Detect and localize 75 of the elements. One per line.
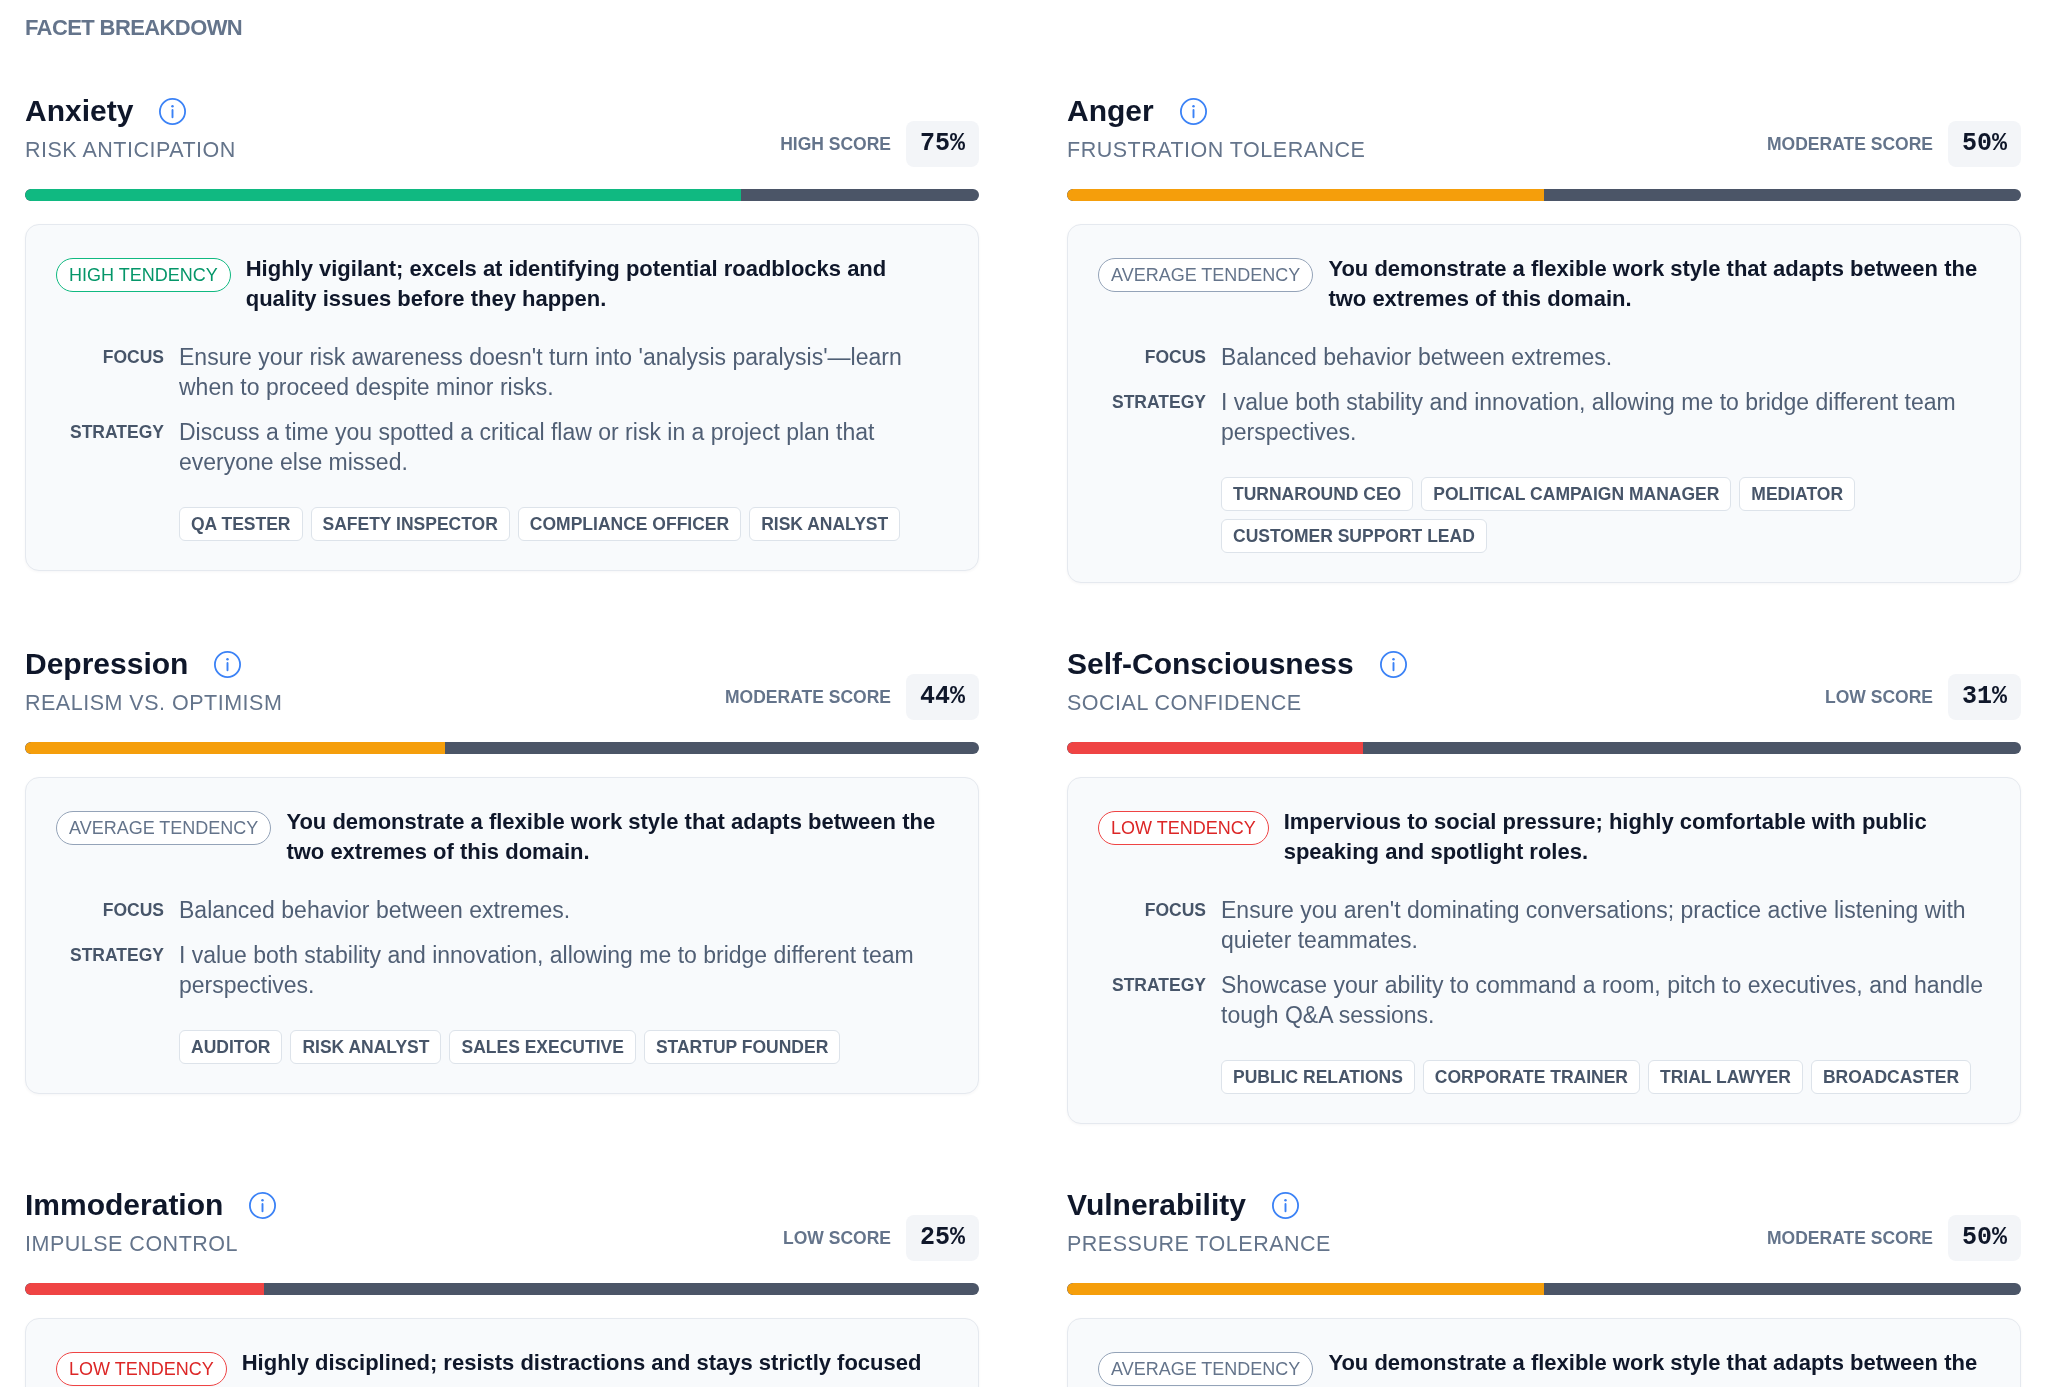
role-tag: CUSTOMER SUPPORT LEAD: [1221, 519, 1487, 553]
facet-subtitle: SOCIAL CONFIDENCE: [1067, 690, 1303, 716]
role-tag: TRIAL LAWYER: [1648, 1060, 1803, 1094]
facet-summary: You demonstrate a flexible work style that adapts between the: [1328, 1349, 1978, 1377]
facet-subtitle: REALISM VS. OPTIMISM: [25, 690, 283, 716]
facet-subtitle: FRUSTRATION TOLERANCE: [1067, 137, 1366, 163]
facet-title: Vulnerability: [1067, 1187, 1246, 1223]
detail-text: Discuss a time you spotted a critical flaw or risk in a project plan that everyone else missed.: [179, 418, 876, 477]
facet-title: Anxiety: [25, 93, 134, 129]
role-tag: RISK ANALYST: [749, 507, 901, 541]
role-tag: POLITICAL CAMPAIGN MANAGER: [1421, 477, 1732, 511]
tendency-badge: HIGH TENDENCY: [56, 258, 231, 292]
info-icon[interactable]: [1271, 1191, 1299, 1219]
facet-title: Depression: [25, 646, 189, 682]
info-icon[interactable]: [214, 650, 242, 678]
score-value: 50%: [1948, 121, 2021, 167]
role-tag: PUBLIC RELATIONS: [1221, 1060, 1415, 1094]
role-tag: SAFETY INSPECTOR: [310, 507, 510, 541]
detail-text: Showcase your ability to command a room, pitch to executives, and handle tough Q&A sessions.: [1221, 971, 1984, 1030]
facet-summary: Highly vigilant; excels at identifying potential roadblocks and quality issues before they happen.: [245, 255, 888, 313]
detail-label: STRATEGY: [70, 421, 164, 444]
section-title: FACET BREAKDOWN: [25, 14, 244, 42]
role-tag: QA TESTER: [179, 507, 303, 541]
info-icon[interactable]: [249, 1191, 277, 1219]
score-value: 75%: [906, 121, 979, 167]
facet-subtitle: IMPULSE CONTROL: [25, 1231, 239, 1257]
facet-summary: You demonstrate a flexible work style that adapts between the two extremes of this domain.: [286, 808, 937, 866]
facet-title: Anger: [1067, 93, 1154, 129]
role-tag: MEDIATOR: [1739, 477, 1856, 511]
detail-label: FOCUS: [1144, 346, 1206, 369]
detail-text: I value both stability and innovation, allowing me to bridge different team perspectives.: [179, 941, 915, 1000]
detail-text: Ensure your risk awareness doesn't turn into 'analysis paralysis'—learn when to proceed despite minor risks.: [179, 343, 903, 402]
facet-summary: You demonstrate a flexible work style that adapts between the two extremes of this domain.: [1328, 255, 1979, 313]
role-tag: RISK ANALYST: [290, 1030, 442, 1064]
facet-summary: Highly disciplined; resists distractions and stays strictly focused: [241, 1349, 922, 1377]
info-icon[interactable]: [1379, 650, 1407, 678]
score-label: LOW SCORE: [783, 1227, 891, 1249]
info-icon[interactable]: [1179, 97, 1207, 125]
score-value: 31%: [1948, 674, 2021, 720]
role-tag: TURNAROUND CEO: [1221, 477, 1414, 511]
role-tag: COMPLIANCE OFFICER: [517, 507, 742, 541]
score-value: 50%: [1948, 1215, 2021, 1261]
role-tag: BROADCASTER: [1810, 1060, 1972, 1094]
facet-summary: Impervious to social pressure; highly comfortable with public speaking and spotlight roles.: [1283, 808, 1928, 866]
role-tag: AUDITOR: [179, 1030, 283, 1064]
score-value: 25%: [906, 1215, 979, 1261]
tendency-badge: LOW TENDENCY: [1098, 811, 1269, 845]
detail-text: I value both stability and innovation, allowing me to bridge different team perspectives.: [1221, 388, 1957, 447]
detail-label: FOCUS: [102, 346, 164, 369]
role-tag: STARTUP FOUNDER: [643, 1030, 841, 1064]
score-label: HIGH SCORE: [780, 133, 891, 155]
info-icon[interactable]: [159, 97, 187, 125]
detail-text: Ensure you aren't dominating conversations; practice active listening with quieter teammates.: [1221, 896, 1967, 955]
role-tag: SALES EXECUTIVE: [449, 1030, 636, 1064]
score-label: MODERATE SCORE: [1767, 133, 1933, 155]
detail-text: Balanced behavior between extremes.: [1221, 343, 1614, 372]
facet-subtitle: RISK ANTICIPATION: [25, 137, 236, 163]
facet-title: Immoderation: [25, 1187, 224, 1223]
tendency-badge: AVERAGE TENDENCY: [1098, 258, 1314, 292]
detail-label: STRATEGY: [1112, 391, 1206, 414]
score-label: MODERATE SCORE: [725, 686, 891, 708]
detail-label: FOCUS: [102, 899, 164, 922]
facet-title: Self-Consciousness: [1067, 646, 1354, 682]
detail-label: STRATEGY: [70, 944, 164, 967]
facet-subtitle: PRESSURE TOLERANCE: [1067, 1231, 1331, 1257]
score-label: LOW SCORE: [1825, 686, 1933, 708]
role-tag: CORPORATE TRAINER: [1422, 1060, 1640, 1094]
score-value: 44%: [906, 674, 979, 720]
detail-label: STRATEGY: [1112, 974, 1206, 997]
detail-label: FOCUS: [1144, 899, 1206, 922]
score-label: MODERATE SCORE: [1767, 1227, 1933, 1249]
tendency-badge: AVERAGE TENDENCY: [56, 811, 272, 845]
tendency-badge: AVERAGE TENDENCY: [1098, 1352, 1314, 1386]
detail-text: Balanced behavior between extremes.: [179, 896, 572, 925]
tendency-badge: LOW TENDENCY: [56, 1352, 227, 1386]
